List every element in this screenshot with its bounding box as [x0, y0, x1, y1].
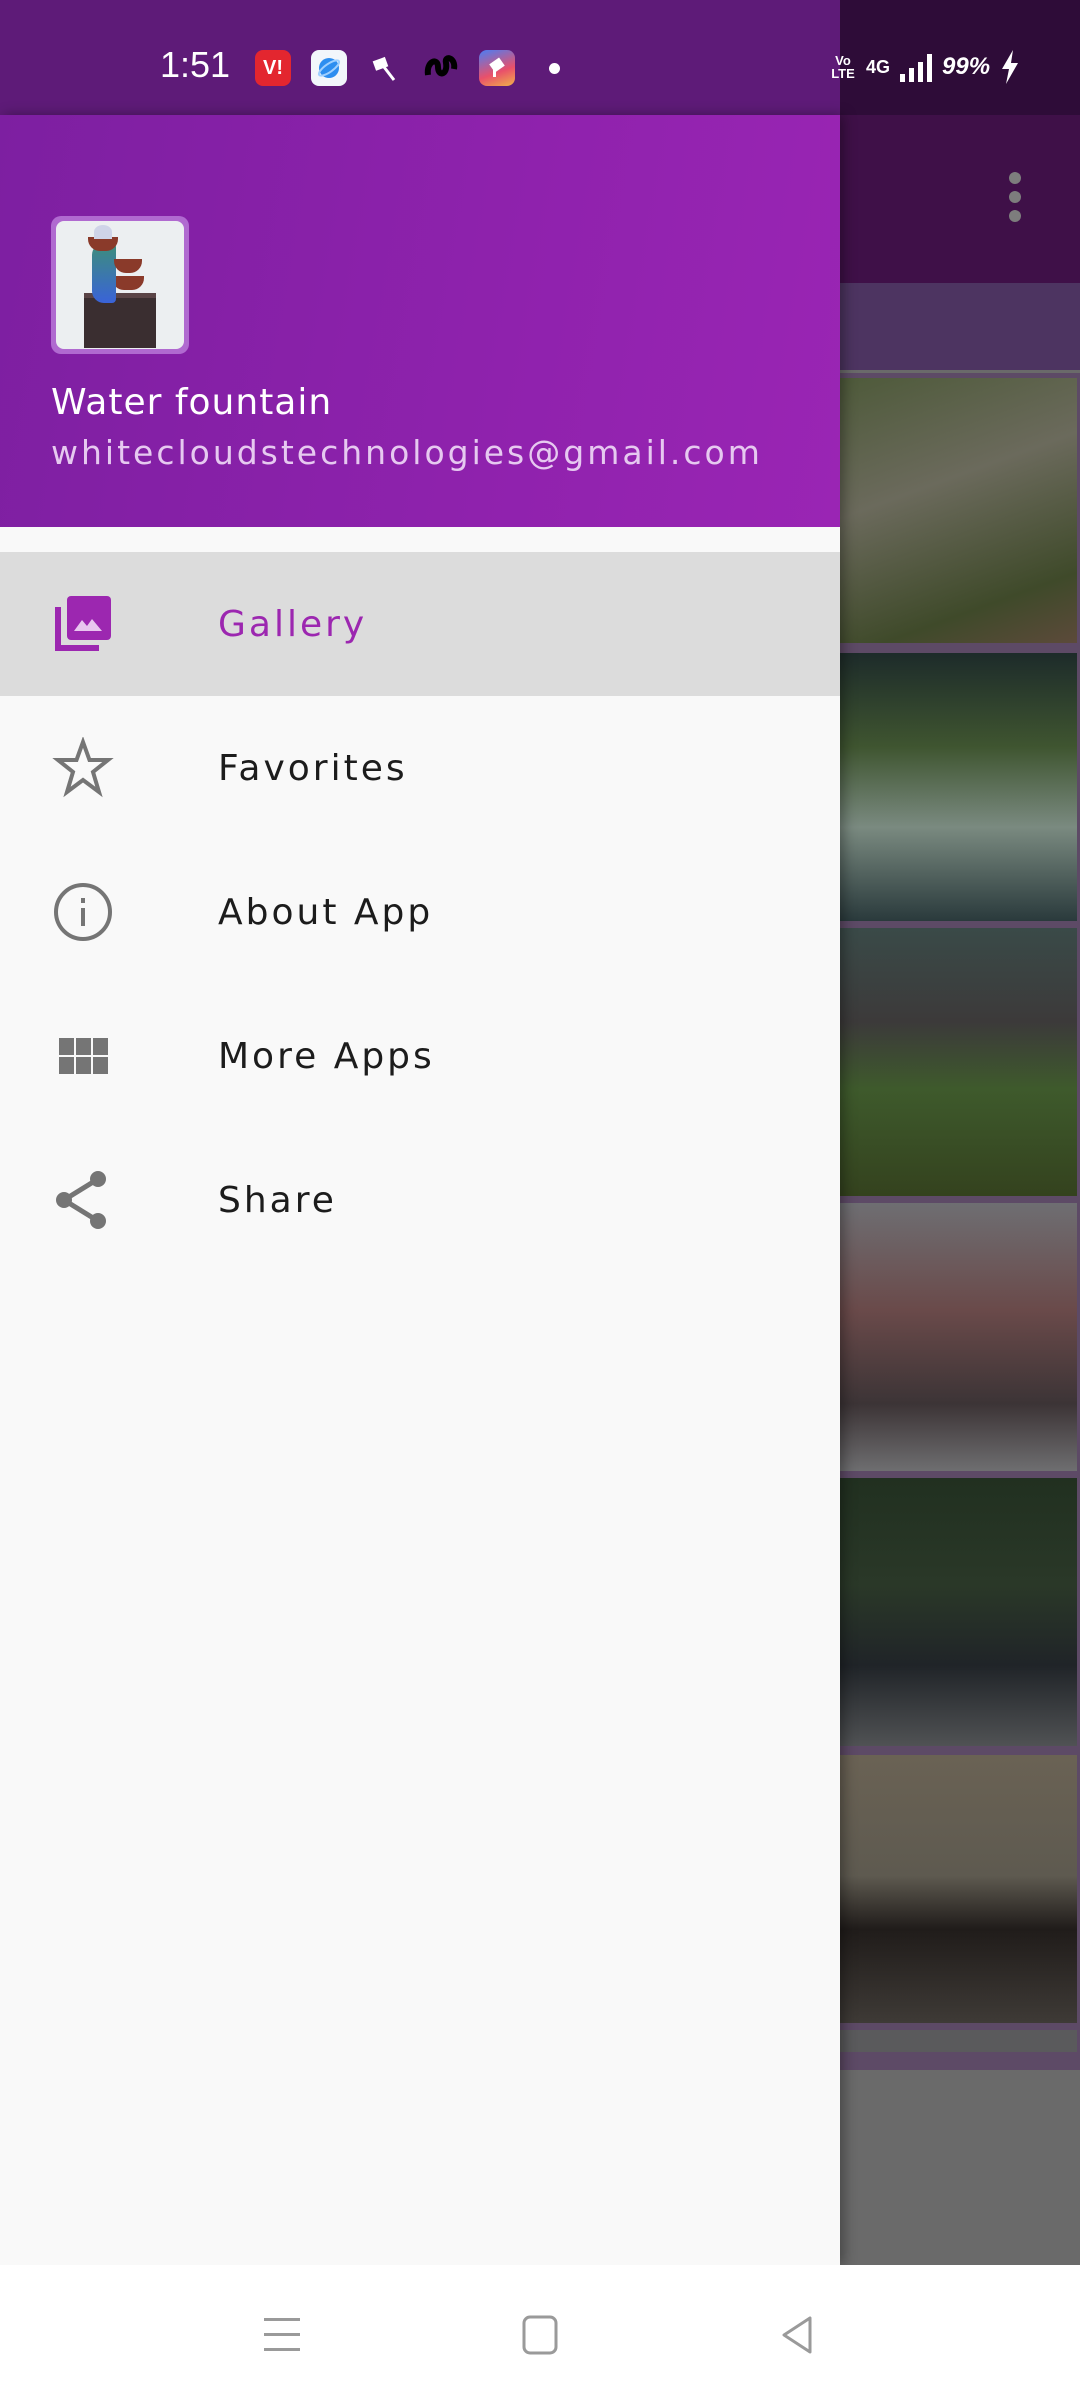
status-right-icons: Vo LTE 4G 99%: [830, 50, 1020, 84]
store-app-icon: [479, 50, 515, 86]
gallery-icon: [52, 593, 114, 655]
info-icon: [52, 881, 114, 943]
gallery-thumbnail[interactable]: [840, 378, 1077, 643]
browser-app-icon: [311, 50, 347, 86]
gallery-thumbnail[interactable]: [840, 1203, 1077, 1471]
more-notifications-dot: [549, 62, 560, 74]
status-time: 1:51: [160, 44, 231, 85]
gallery-thumbnail[interactable]: [840, 1478, 1077, 1746]
share-icon: [52, 1169, 114, 1231]
menu-item-about-app[interactable]: About App: [0, 840, 840, 984]
notification-icons: V!: [255, 50, 560, 86]
signal-icon: [900, 52, 933, 82]
menu-label: More Apps: [218, 1035, 435, 1077]
gallery-thumbnail[interactable]: [840, 928, 1077, 1196]
gallery-thumbnail[interactable]: [840, 1755, 1077, 2023]
back-button[interactable]: [770, 2307, 826, 2363]
navigation-drawer: Water fountain whitecloudstechnologies@g…: [0, 115, 840, 2265]
app-email: whitecloudstechnologies@gmail.com: [51, 433, 763, 472]
tools-app-icon: [367, 50, 403, 86]
more-vert-icon[interactable]: [1000, 172, 1030, 222]
menu-item-favorites[interactable]: Favorites: [0, 696, 840, 840]
menu-item-gallery[interactable]: Gallery: [0, 552, 840, 696]
network-type: 4G: [866, 56, 891, 77]
gallery-thumbnail[interactable]: [840, 653, 1077, 921]
app-logo: [51, 216, 189, 354]
status-bar: 1:51 V! Vo LTE 4G 99%: [0, 0, 1080, 115]
menu-label: Share: [218, 1179, 337, 1221]
app-name: Water fountain: [51, 382, 333, 423]
home-button[interactable]: [512, 2307, 568, 2363]
battery-level: 99%: [942, 53, 991, 80]
menu-label: Favorites: [218, 747, 408, 789]
menu-label: Gallery: [218, 603, 368, 645]
charging-icon: [1002, 50, 1019, 84]
menu-label: About App: [218, 891, 434, 933]
star-icon: [52, 737, 114, 799]
gallery-thumbnail[interactable]: [840, 2030, 1077, 2052]
volte-icon: Vo LTE: [831, 53, 855, 81]
loop-app-icon: [423, 50, 459, 86]
system-nav-bar: [0, 2265, 1080, 2400]
background-empty-area: [840, 2070, 1080, 2275]
menu-item-more-apps[interactable]: More Apps: [0, 984, 840, 1128]
recents-button[interactable]: [254, 2307, 310, 2363]
drawer-menu: Gallery Favorites About App More Apps Sh…: [0, 552, 840, 1272]
menu-item-share[interactable]: Share: [0, 1128, 840, 1272]
vi-app-icon: V!: [255, 50, 291, 86]
apps-grid-icon: [52, 1025, 114, 1087]
drawer-header: Water fountain whitecloudstechnologies@g…: [0, 115, 840, 527]
